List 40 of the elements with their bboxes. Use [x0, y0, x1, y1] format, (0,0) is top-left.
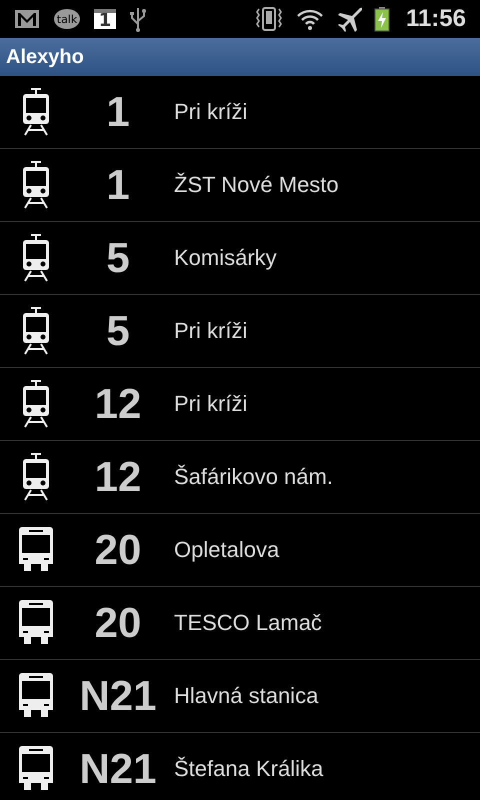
stop-name: TESCO Lamač	[174, 610, 322, 636]
stop-name: Opletalova	[174, 537, 280, 563]
stop-name: Hlavná stanica	[174, 683, 318, 709]
wifi-icon	[296, 7, 324, 31]
mail-icon	[14, 9, 40, 29]
stop-name: Pri kríži	[174, 99, 248, 125]
bus-icon	[18, 527, 54, 573]
usb-icon	[130, 6, 146, 32]
stop-name: Komisárky	[174, 245, 277, 271]
airplane-icon	[336, 6, 362, 32]
bus-icon	[18, 746, 54, 792]
line-number: 1	[105, 88, 131, 136]
stop-name: ŽST Nové Mesto	[174, 172, 339, 198]
tram-icon	[22, 233, 50, 283]
line-number: N21	[78, 672, 158, 720]
talk-icon: talk	[54, 9, 80, 29]
tram-icon	[22, 87, 50, 137]
line-number: 20	[94, 599, 142, 647]
tram-icon	[22, 452, 50, 502]
stop-name: Šafárikovo nám.	[174, 464, 333, 490]
tram-icon	[22, 160, 50, 210]
bus-icon	[18, 673, 54, 719]
tram-icon	[22, 379, 50, 429]
vibrate-icon	[254, 6, 284, 32]
line-number: 1	[105, 161, 131, 209]
line-number: 12	[94, 380, 142, 428]
line-number: 5	[105, 234, 131, 282]
bus-icon	[18, 600, 54, 646]
line-number: N21	[78, 745, 158, 793]
battery-icon	[374, 6, 390, 32]
calendar-icon: 1	[94, 9, 116, 29]
clock: 11:56	[406, 5, 466, 33]
tram-icon	[22, 306, 50, 356]
line-number: 20	[94, 526, 142, 574]
screen-title: Alexyho	[6, 46, 84, 68]
stop-name: Pri kríži	[174, 318, 248, 344]
stop-name: Štefana Králika	[174, 756, 324, 782]
line-number: 5	[105, 307, 131, 355]
line-number: 12	[94, 453, 142, 501]
stop-name: Pri kríži	[174, 391, 248, 417]
